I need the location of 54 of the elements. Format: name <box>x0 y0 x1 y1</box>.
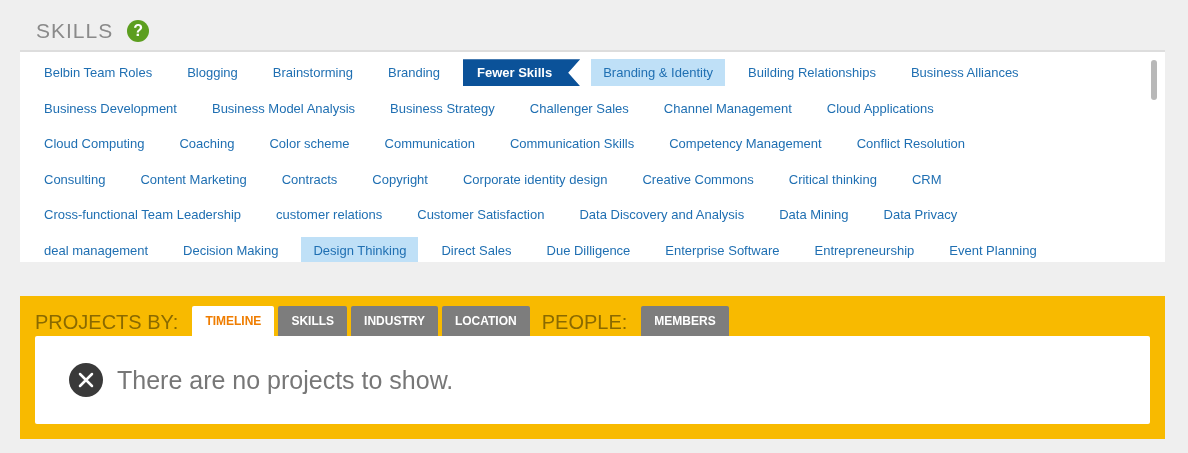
skill-tag[interactable]: Coaching <box>167 130 247 158</box>
skill-tag[interactable]: Critical thinking <box>776 165 889 193</box>
skill-tag[interactable]: CRM <box>899 165 954 193</box>
fewer-skills-button[interactable]: Fewer Skills <box>463 59 581 87</box>
skill-tag[interactable]: Consulting <box>32 165 118 193</box>
skill-tag[interactable]: Data Discovery and Analysis <box>567 201 757 229</box>
section-title: SKILLS <box>36 19 114 43</box>
help-icon[interactable]: ? <box>127 20 150 42</box>
skill-tag[interactable]: Challenger Sales <box>517 94 641 122</box>
skill-tag[interactable]: Enterprise Software <box>653 236 792 262</box>
skill-tag[interactable]: Communication <box>372 130 487 158</box>
skill-tag[interactable]: Cloud Applications <box>814 94 946 122</box>
skill-tag[interactable]: Channel Management <box>651 94 804 122</box>
skill-tag[interactable]: customer relations <box>264 201 395 229</box>
skill-tag[interactable]: Communication Skills <box>497 130 647 158</box>
skill-tag[interactable]: Business Development <box>32 94 189 122</box>
tab[interactable]: MEMBERS <box>641 306 729 336</box>
skill-tag[interactable]: Conflict Resolution <box>844 130 978 158</box>
skill-tag[interactable]: Building Relationships <box>736 59 888 87</box>
tab[interactable]: SKILLS <box>278 306 348 336</box>
skill-tag[interactable]: Copyright <box>360 165 440 193</box>
scrollbar-thumb[interactable] <box>1151 60 1157 100</box>
skill-tag[interactable]: Content Marketing <box>128 165 259 193</box>
skill-tag[interactable]: Data Mining <box>767 201 861 229</box>
skill-tag[interactable]: Decision Making <box>171 236 291 262</box>
skill-tag[interactable]: Blogging <box>175 59 250 87</box>
empty-message: There are no projects to show. <box>117 365 454 395</box>
skill-tag[interactable]: Cross-functional Team Leadership <box>32 201 254 229</box>
skill-tag[interactable]: Entrepreneurship <box>802 236 927 262</box>
skill-tag[interactable]: Brainstorming <box>260 59 365 87</box>
skill-tag[interactable]: Branding <box>375 59 452 87</box>
skill-tag[interactable]: Cloud Computing <box>32 130 157 158</box>
skill-tag[interactable]: Customer Satisfaction <box>405 201 557 229</box>
close-circle-icon <box>69 363 103 397</box>
skill-tag[interactable]: Design Thinking <box>301 236 419 262</box>
skill-tag[interactable]: Contracts <box>269 165 350 193</box>
skill-tag[interactable]: Event Planning <box>937 236 1049 262</box>
skill-tag[interactable]: Color scheme <box>257 130 362 158</box>
tab-group-label: PROJECTS BY: <box>35 311 179 334</box>
tab[interactable]: INDUSTRY <box>351 306 438 336</box>
skill-tag[interactable]: Business Strategy <box>378 94 507 122</box>
skill-tag[interactable]: Branding & Identity <box>591 59 726 87</box>
skill-tag[interactable]: Due Dilligence <box>534 236 643 262</box>
skill-tag[interactable]: Direct Sales <box>429 236 524 262</box>
tab[interactable]: LOCATION <box>441 306 530 336</box>
skill-tag[interactable]: Business Alliances <box>898 59 1031 87</box>
skill-tag[interactable]: Data Privacy <box>871 201 970 229</box>
skill-tag[interactable]: Corporate identity design <box>450 165 620 193</box>
skill-tag[interactable]: Creative Commons <box>630 165 766 193</box>
skill-tag[interactable]: deal management <box>32 236 161 262</box>
skill-tag[interactable]: Business Model Analysis <box>199 94 368 122</box>
skill-tag[interactable]: Competency Management <box>657 130 834 158</box>
skill-tag[interactable]: Belbin Team Roles <box>32 59 165 87</box>
tab-group-label: PEOPLE: <box>541 311 628 334</box>
